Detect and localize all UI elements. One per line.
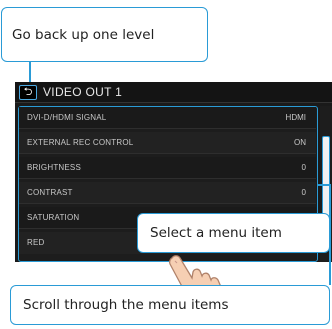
callout-scroll-connector-v xyxy=(329,184,331,285)
menu-item-label: SATURATION xyxy=(27,213,80,222)
callout-back-up-level: Go back up one level xyxy=(1,7,208,62)
menu-item[interactable]: EXTERNAL REC CONTROL ON xyxy=(19,132,316,154)
callout-select-text: Select a menu item xyxy=(150,225,282,241)
menu-item-value: ON xyxy=(294,138,306,147)
menu-item-label: CONTRAST xyxy=(27,188,73,197)
return-arrow-icon[interactable]: ⮌ xyxy=(19,85,37,100)
page-title: VIDEO OUT 1 xyxy=(43,85,123,99)
menu-item-value: 0 xyxy=(301,163,306,172)
menu-item-value: 0 xyxy=(301,188,306,197)
callout-select-item: Select a menu item xyxy=(137,213,330,253)
callout-scroll-text: Scroll through the menu items xyxy=(23,297,229,313)
callout-back-text: Go back up one level xyxy=(12,26,155,43)
menu-item[interactable]: DVI-D/HDMI SIGNAL HDMI xyxy=(19,107,316,129)
menu-item-label: RED xyxy=(27,238,45,247)
callout-back-connector xyxy=(29,62,31,84)
title-bar: ⮌ VIDEO OUT 1 xyxy=(15,82,332,103)
menu-item[interactable]: BRIGHTNESS 0 xyxy=(19,157,316,179)
menu-item-label: DVI-D/HDMI SIGNAL xyxy=(27,113,107,122)
callout-scroll-items: Scroll through the menu items xyxy=(10,285,330,325)
menu-item-value: HDMI xyxy=(285,113,306,122)
menu-item-label: BRIGHTNESS xyxy=(27,163,82,172)
menu-item-label: EXTERNAL REC CONTROL xyxy=(27,138,134,147)
menu-item[interactable]: CONTRAST 0 xyxy=(19,182,316,204)
